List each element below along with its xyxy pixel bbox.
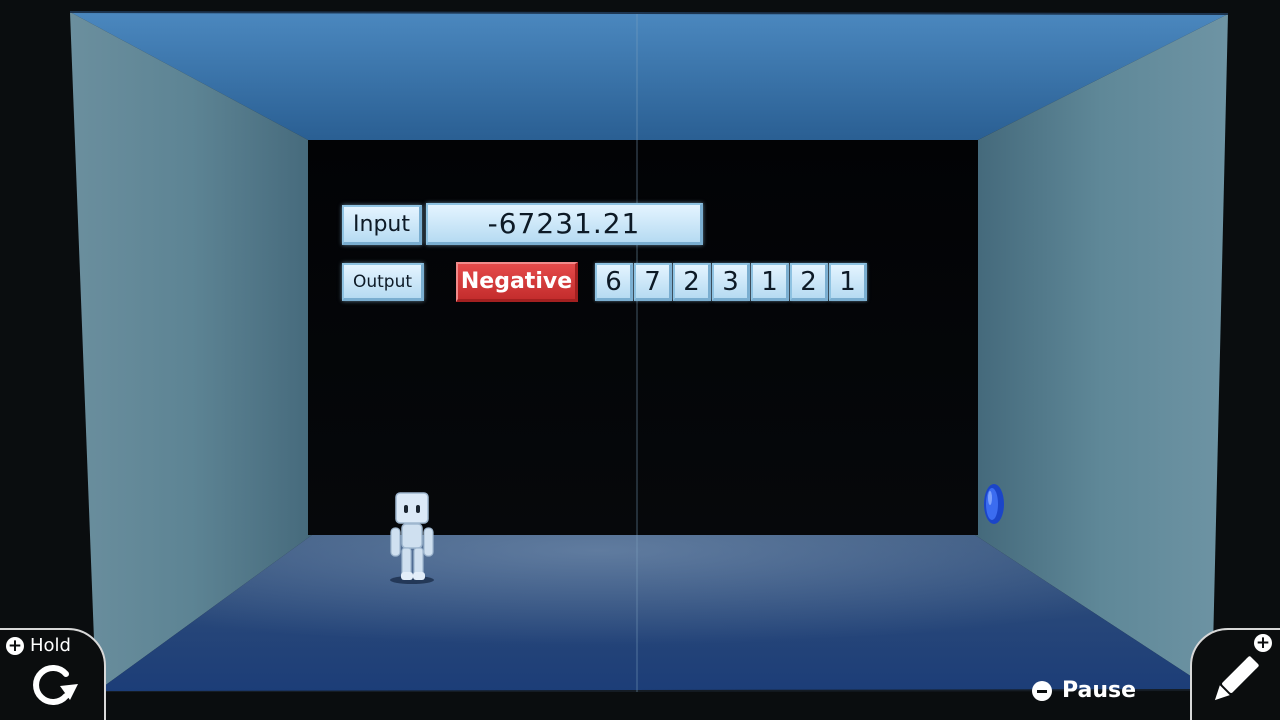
minus-icon: [1032, 680, 1052, 701]
output-digit: 7: [634, 263, 672, 301]
output-digit: 6: [595, 263, 633, 301]
pencil-icon[interactable]: [1208, 656, 1260, 706]
back-wall: [308, 140, 978, 535]
pause-label: Pause: [1062, 678, 1137, 703]
input-value-panel: -67231.21: [426, 203, 703, 245]
output-digit: 1: [751, 263, 789, 301]
output-digit: 2: [790, 263, 828, 301]
blue-coin: [984, 484, 1004, 524]
output-digit: 1: [829, 263, 867, 301]
game-viewport: Input -67231.21 Output Negative 6 7 2 3 …: [0, 0, 1280, 720]
plus-icon: +: [6, 635, 24, 656]
pause-button[interactable]: Pause: [1032, 678, 1136, 703]
room-scene: [0, 0, 1280, 720]
hold-label-group: + Hold: [6, 635, 71, 656]
hold-label: Hold: [30, 635, 71, 656]
negative-badge: Negative: [456, 262, 578, 302]
output-label: Output: [342, 263, 424, 301]
rotate-icon[interactable]: [26, 662, 80, 708]
output-digit: 2: [673, 263, 711, 301]
plus-icon: +: [1254, 633, 1272, 653]
output-digit: 3: [712, 263, 750, 301]
input-label: Input: [342, 205, 422, 245]
